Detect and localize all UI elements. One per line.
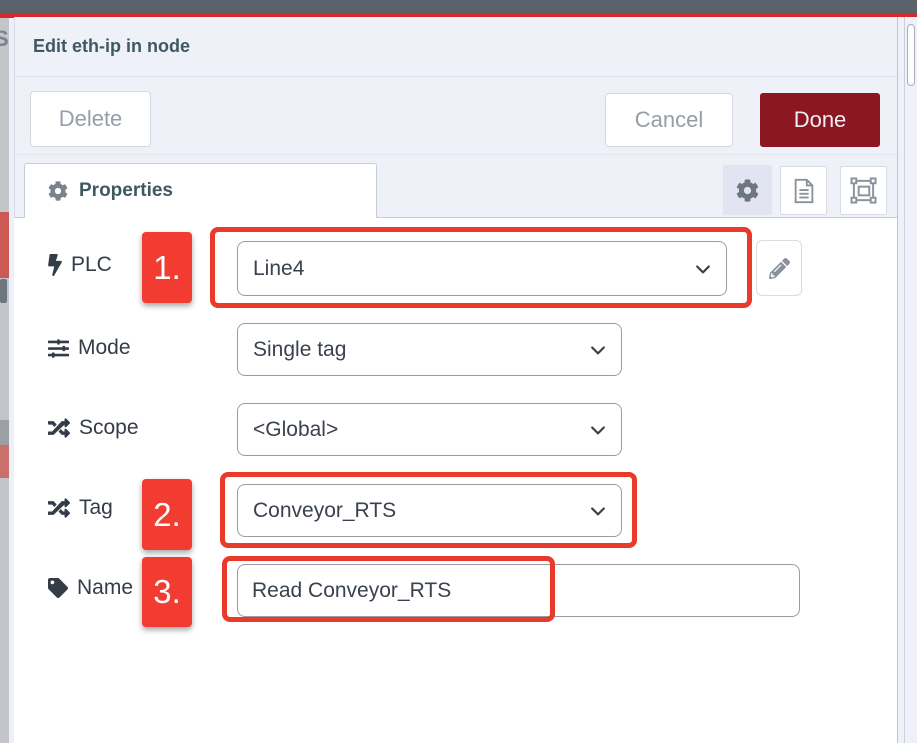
step-2-badge: 2.: [142, 479, 192, 550]
chevron-down-icon: [693, 259, 713, 279]
plc-label-text: PLC: [71, 253, 112, 277]
background-node-fragment: [0, 420, 9, 445]
step-1-badge-text: 1.: [153, 249, 181, 287]
background-node-fragment: [0, 212, 9, 278]
background-workspace-strip: S: [0, 18, 9, 743]
done-button-label: Done: [794, 107, 847, 133]
right-gutter-strip: [897, 17, 917, 743]
delete-button[interactable]: Delete: [30, 91, 151, 147]
step-1-badge: 1.: [142, 232, 192, 303]
vertical-scrollbar-thumb[interactable]: [907, 24, 915, 86]
tag-select-value: Conveyor_RTS: [253, 499, 396, 523]
background-node-fragment: [0, 279, 7, 303]
plc-select[interactable]: Line4: [237, 241, 727, 296]
scope-select-value: <Global>: [253, 418, 338, 442]
chevron-down-icon: [588, 340, 608, 360]
name-label-text: Name: [77, 576, 133, 600]
scope-select[interactable]: <Global>: [237, 403, 622, 456]
mode-select-value: Single tag: [253, 338, 346, 362]
description-view-button[interactable]: [780, 166, 827, 215]
shuffle-icon: [48, 497, 70, 519]
plc-label: PLC: [48, 253, 112, 277]
background-partial-text: S: [0, 26, 9, 52]
chevron-down-icon: [588, 420, 608, 440]
cancel-button-label: Cancel: [635, 107, 703, 133]
edit-plc-config-button[interactable]: [756, 240, 802, 296]
properties-view-button[interactable]: [723, 165, 772, 215]
shuffle-icon: [48, 417, 70, 439]
plc-select-value: Line4: [253, 257, 304, 281]
sliders-icon: [48, 338, 69, 359]
mode-select[interactable]: Single tag: [237, 323, 622, 376]
tab-properties[interactable]: Properties: [24, 163, 377, 218]
bolt-icon: [48, 254, 62, 276]
chevron-down-icon: [588, 501, 608, 521]
header-divider: [14, 76, 897, 77]
scope-label-text: Scope: [79, 416, 139, 440]
gear-icon: [48, 181, 68, 201]
buttonbar-divider: [14, 154, 897, 155]
delete-button-label: Delete: [59, 106, 123, 132]
pencil-icon: [769, 258, 790, 279]
screen: S Edit eth-ip in node Delete Cancel Done…: [0, 0, 917, 743]
window-top-bar: [0, 0, 917, 13]
mode-label: Mode: [48, 336, 131, 360]
group-selection-icon: [850, 177, 877, 204]
tab-properties-label: Properties: [79, 180, 173, 202]
done-button[interactable]: Done: [760, 93, 880, 147]
scope-label: Scope: [48, 416, 139, 440]
gear-icon: [736, 179, 759, 202]
step-2-badge-text: 2.: [153, 496, 181, 534]
mode-label-text: Mode: [78, 336, 131, 360]
tag-label-text: Tag: [79, 496, 113, 520]
cancel-button[interactable]: Cancel: [605, 93, 733, 147]
tag-icon: [48, 578, 68, 598]
step-3-badge-text: 3.: [153, 573, 181, 611]
name-input[interactable]: [237, 564, 800, 617]
group-selection-view-button[interactable]: [840, 166, 887, 215]
name-field-label: Name: [48, 576, 133, 600]
right-gutter-line: [904, 17, 905, 743]
file-icon: [792, 178, 816, 204]
tag-field-label: Tag: [48, 496, 113, 520]
dialog-title: Edit eth-ip in node: [33, 36, 190, 57]
step-3-badge: 3.: [142, 557, 192, 627]
tag-select[interactable]: Conveyor_RTS: [237, 484, 622, 537]
background-node-fragment: [0, 445, 9, 478]
